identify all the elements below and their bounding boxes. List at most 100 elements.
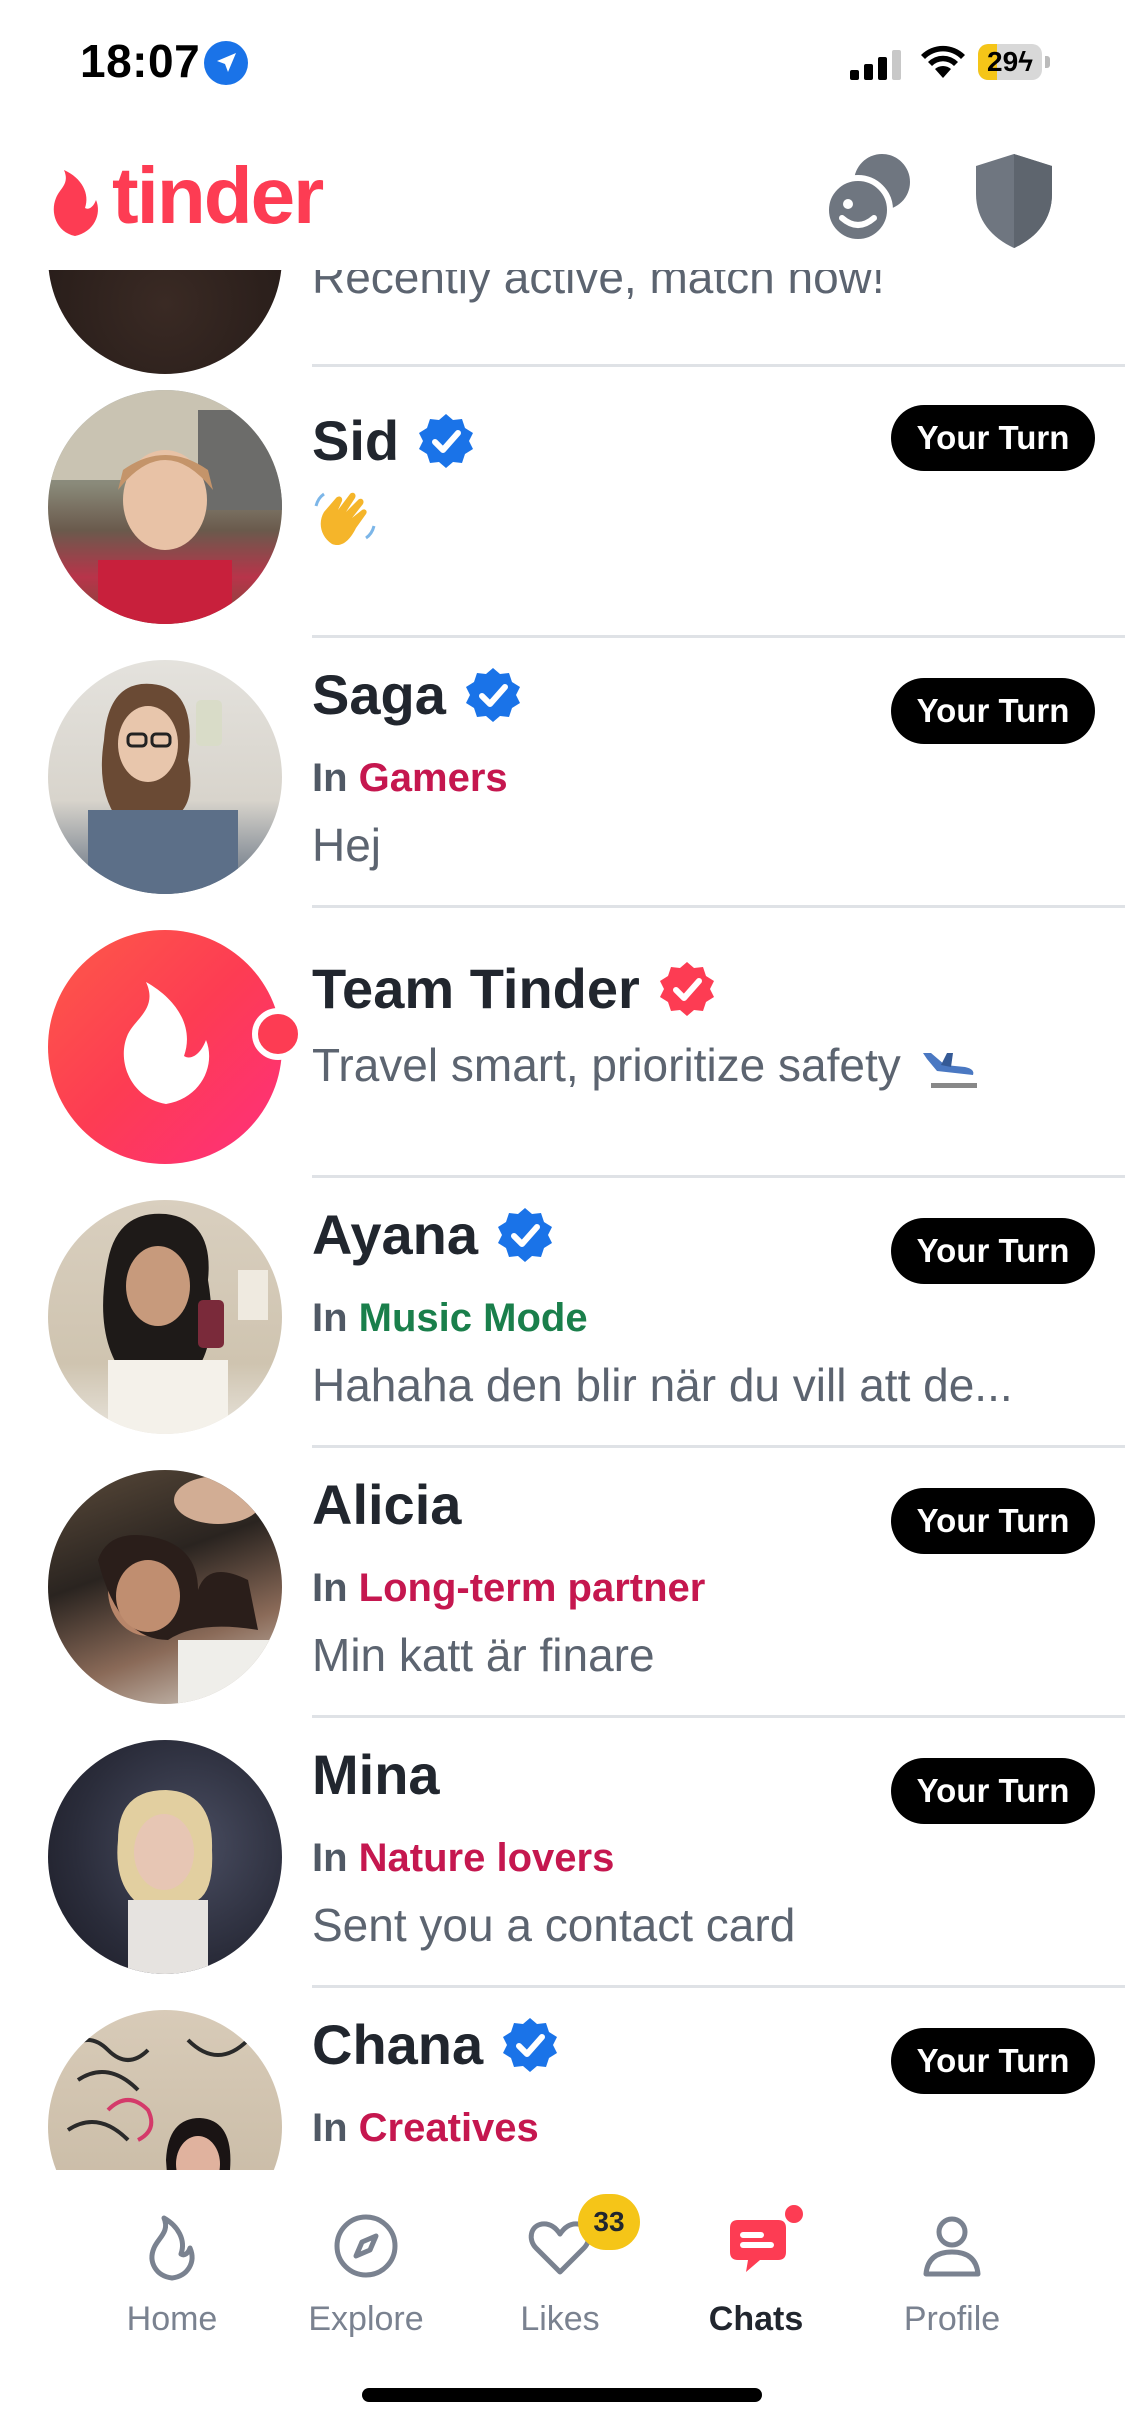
tab-profile[interactable]: Profile [852,2210,1052,2360]
chat-icon [730,2220,786,2272]
name-line: Mina [312,1742,440,1807]
chat-preview: Sent you a contact card [312,1899,796,1951]
battery-percentage: 29ϟ [987,46,1033,77]
chat-mode: In Long-term partner [312,1566,705,1611]
mode-name: Long-term partner [358,1566,706,1610]
verified-badge-icon [419,413,474,468]
airplane-landing-icon [922,1052,977,1088]
battery-nub [1045,56,1050,68]
name-line: Ayana [312,1202,554,1267]
battery-body: 29ϟ [978,44,1042,80]
contact-name: Mina [312,1743,440,1806]
tab-label: Explore [308,2300,424,2338]
mode-prefix: In [312,2106,348,2150]
safety-shield-icon[interactable] [972,150,1056,250]
chat-mode: In Creatives [312,2106,539,2151]
your-turn-badge[interactable]: Your Turn [891,678,1095,744]
app-header: tinder [0,130,1125,270]
tab-home[interactable]: Home [72,2210,272,2360]
your-turn-badge[interactable]: Your Turn [891,1488,1095,1554]
chat-preview: Min katt är finare [312,1629,655,1681]
contact-name: Ayana [312,1203,479,1266]
verified-badge-icon [465,667,520,722]
matchmaker-icon[interactable] [822,152,914,244]
verified-badge-icon [503,2017,558,2072]
tab-label: Likes [520,2300,600,2338]
chat-mode: In Gamers [312,756,508,801]
unread-dot [252,1008,304,1060]
avatar [48,660,282,894]
your-turn-badge[interactable]: Your Turn [891,1758,1095,1824]
chat-row-chana[interactable]: Chana In Creatives Your Turn [0,1988,1125,2170]
battery-indicator: 29ϟ [978,44,1050,80]
cellular-signal-icon [850,50,901,80]
chat-row-saga[interactable]: Saga In Gamers Hej Your Turn [0,638,1125,908]
tab-explore[interactable]: Explore [266,2210,466,2360]
verified-badge-icon [498,1207,553,1262]
avatar-photo [48,390,282,624]
chat-mode: In Music Mode [312,1296,588,1341]
chat-mode: In Nature lovers [312,1836,614,1881]
avatar-photo [88,683,238,894]
chat-row-team-tinder[interactable]: Team Tinder Travel smart, prioritize saf… [0,908,1125,1178]
your-turn-badge[interactable]: Your Turn [891,2028,1095,2094]
avatar [48,390,282,624]
tab-chats[interactable]: Chats [656,2202,856,2360]
tinder-flame-icon [123,982,210,1104]
mode-name: Music Mode [358,1296,588,1340]
status-time: 18:07 [80,35,201,87]
your-turn-badge[interactable]: Your Turn [891,1218,1095,1284]
mode-name: Nature lovers [358,1836,615,1880]
contact-name: Saga [312,663,446,726]
mode-prefix: In [312,756,348,800]
tab-label: Chats [708,2300,804,2338]
chat-row-sid[interactable]: Sid Your Turn [0,368,1125,638]
avatar [48,1470,282,1704]
tinder-wordmark: tinder [112,151,324,240]
mode-prefix: In [312,1836,348,1880]
tab-likes[interactable]: 33 Likes [460,2194,660,2360]
chat-preview-text: Travel smart, prioritize safety [312,1039,901,1091]
avatar [48,1200,282,1434]
chat-list: Recently active, match now! Sid Your Tur… [0,270,1125,2170]
list-divider [312,364,1125,367]
charging-bolt-icon: ϟ [1018,46,1033,77]
chats-unread-dot [782,2202,806,2226]
chat-row-mina[interactable]: Mina In Nature lovers Sent you a contact… [0,1718,1125,1988]
chat-row-partial[interactable]: Recently active, match now! [0,270,1125,374]
name-line: Saga [312,662,522,727]
chat-preview: Recently active, match now! [312,270,885,303]
avatar-photo [98,1476,282,1704]
avatar-photo [66,2038,250,2170]
contact-name: Sid [312,409,400,472]
likes-count-badge: 33 [578,2194,640,2250]
contact-name: Alicia [312,1473,462,1536]
tab-label: Home [126,2300,218,2338]
chat-row-alicia[interactable]: Alicia In Long-term partner Min katt är … [0,1448,1125,1718]
name-line: Sid [312,408,475,473]
mode-name: Creatives [358,2106,539,2150]
waving-hand-emoji [314,492,376,546]
avatar [48,270,282,374]
avatar-photo [117,1790,213,1974]
wifi-icon [921,45,965,78]
name-line: Alicia [312,1472,461,1537]
chat-preview: Hahaha den blir när du vill att de... [312,1359,1013,1411]
chat-preview: Travel smart, prioritize safety [312,1038,983,1092]
verified-badge-icon [659,961,714,1016]
tinder-flame-icon [53,170,98,236]
home-indicator[interactable] [362,2388,762,2402]
avatar [48,930,282,1164]
chat-preview: Hej [312,819,382,871]
contact-name: Team Tinder [312,957,640,1020]
mode-name: Gamers [358,756,508,800]
location-arrow-icon [204,41,248,85]
avatar [48,1740,282,1974]
compass-icon [334,2214,398,2278]
mode-prefix: In [312,1566,348,1610]
avatar-photo [103,1213,268,1434]
your-turn-badge[interactable]: Your Turn [891,405,1095,471]
avatar [48,2010,282,2170]
chat-row-ayana[interactable]: Ayana In Music Mode Hahaha den blir när … [0,1178,1125,1448]
status-bar: 18:07 29ϟ [0,0,1125,130]
